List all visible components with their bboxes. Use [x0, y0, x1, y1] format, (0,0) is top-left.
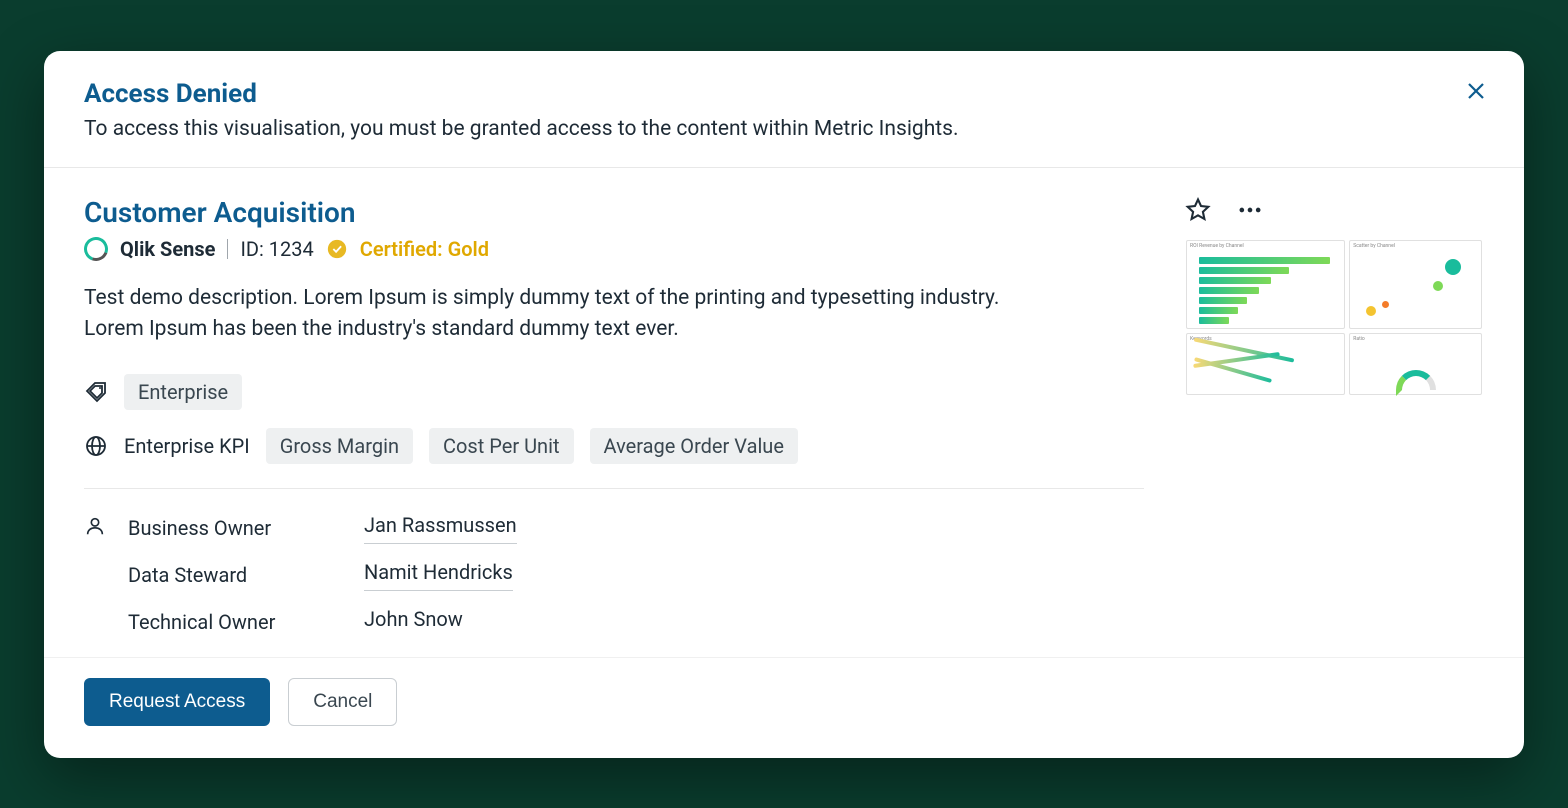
owner-role: Business Owner [128, 516, 348, 540]
owner-name[interactable]: John Snow [364, 607, 463, 637]
owner-name[interactable]: Namit Hendricks [364, 560, 513, 591]
report-id: ID: 1234 [240, 237, 313, 261]
tag-icon [84, 380, 108, 404]
owner-role: Technical Owner [128, 610, 348, 634]
cancel-button[interactable]: Cancel [288, 678, 397, 726]
report-side: ROI Revenue by Channel Scatter by Channe… [1184, 196, 1484, 637]
modal-title: Access Denied [84, 79, 1484, 109]
kpi-label: Enterprise KPI [124, 434, 250, 458]
tag-chip[interactable]: Enterprise [124, 374, 242, 410]
kpi-chip[interactable]: Gross Margin [266, 428, 413, 464]
report-title: Customer Acquisition [84, 196, 1144, 229]
thumbnail-scatter: Scatter by Channel [1349, 240, 1482, 329]
close-icon[interactable] [1464, 79, 1488, 103]
modal-subtitle: To access this visualisation, you must b… [84, 117, 1484, 141]
vertical-divider [227, 239, 228, 259]
kpi-row: Enterprise KPI Gross Margin Cost Per Uni… [84, 428, 1144, 464]
kpi-chip[interactable]: Cost Per Unit [429, 428, 574, 464]
owner-name[interactable]: Jan Rassmussen [364, 513, 517, 544]
modal-body: Customer Acquisition Qlik Sense ID: 1234… [44, 168, 1524, 657]
report-details: Customer Acquisition Qlik Sense ID: 1234… [84, 196, 1144, 637]
more-icon[interactable] [1236, 196, 1264, 228]
owners-list: Business Owner Jan Rassmussen Data Stewa… [84, 513, 1144, 637]
report-actions [1184, 196, 1484, 228]
star-icon[interactable] [1184, 196, 1212, 228]
report-thumbnail: ROI Revenue by Channel Scatter by Channe… [1184, 238, 1484, 398]
source-name: Qlik Sense [120, 237, 215, 261]
modal-header: Access Denied To access this visualisati… [44, 51, 1524, 168]
certification-label: Certified: Gold [360, 237, 489, 261]
globe-icon [84, 434, 108, 458]
access-denied-modal: Access Denied To access this visualisati… [44, 51, 1524, 758]
thumbnail-bar-chart: ROI Revenue by Channel [1186, 240, 1345, 329]
modal-footer: Request Access Cancel [44, 657, 1524, 758]
source-row: Qlik Sense ID: 1234 Certified: Gold [84, 237, 1144, 261]
tag-row: Enterprise [84, 374, 1144, 410]
thumbnail-gauge: Ratio [1349, 333, 1482, 396]
person-icon [84, 515, 112, 541]
request-access-button[interactable]: Request Access [84, 678, 270, 726]
qlik-icon [80, 233, 112, 265]
thumbnail-sankey: Keywords [1186, 333, 1345, 396]
report-description: Test demo description. Lorem Ipsum is si… [84, 283, 1004, 346]
certification-badge-icon [326, 238, 348, 260]
horizontal-divider [84, 488, 1144, 489]
owner-role: Data Steward [128, 563, 348, 587]
kpi-chip[interactable]: Average Order Value [590, 428, 798, 464]
